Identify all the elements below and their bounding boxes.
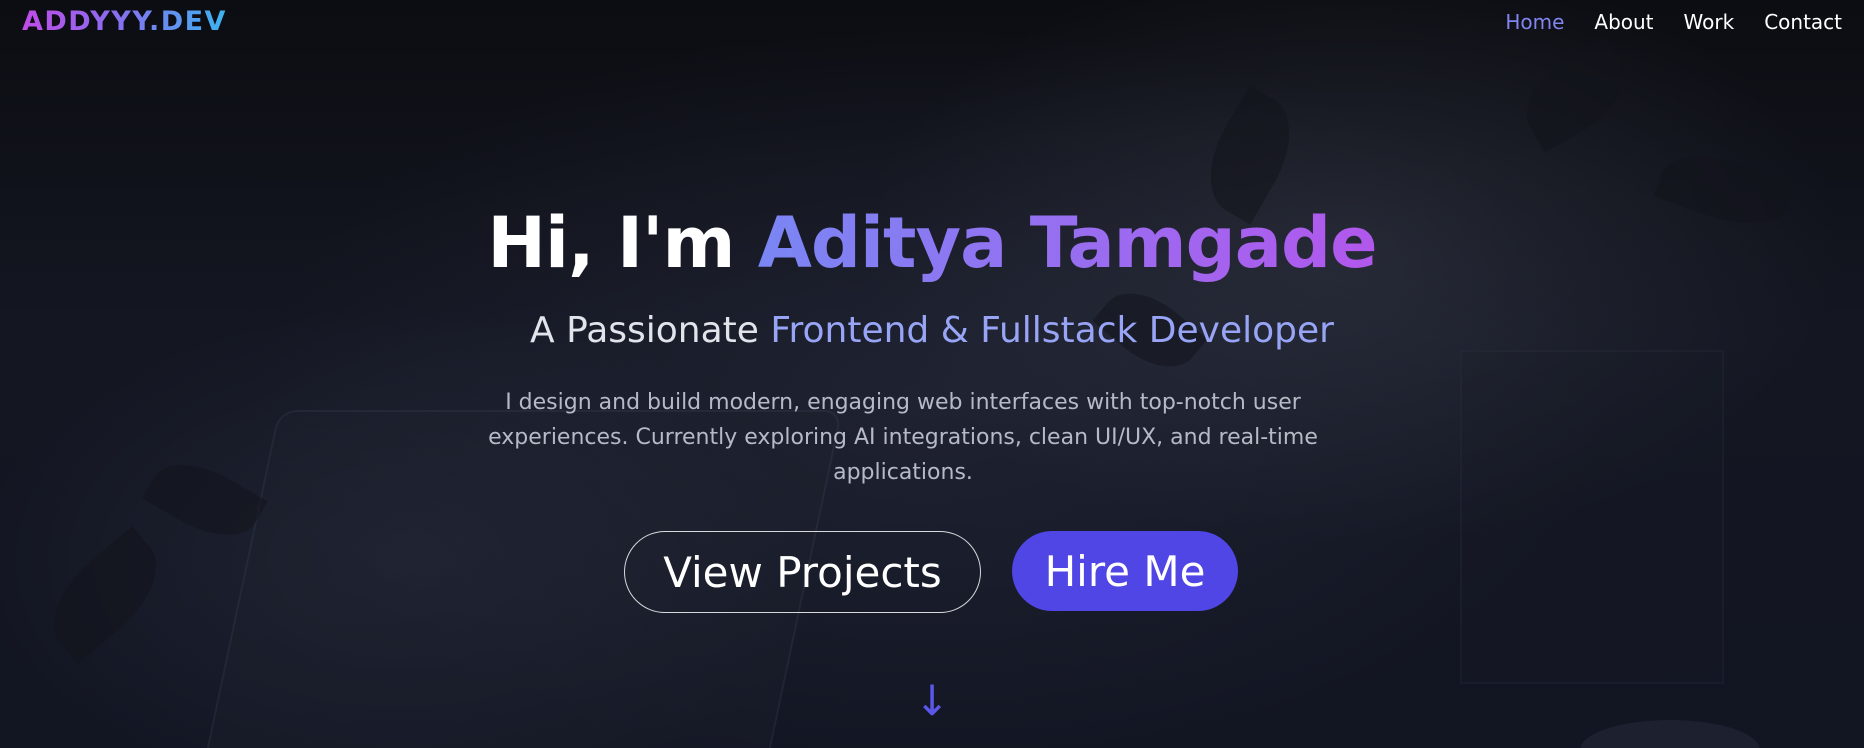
background-pot-shape xyxy=(1580,720,1760,748)
hire-me-button[interactable]: Hire Me xyxy=(1012,531,1238,611)
hero-description: I design and build modern, engaging web … xyxy=(488,390,1318,485)
site-header: ADDYYY.DEV Home About Work Contact xyxy=(0,0,1864,46)
hero-greeting: Hi, I'm xyxy=(487,202,758,284)
background-frame-shape xyxy=(1460,350,1724,684)
hero-name: Aditya Tamgade xyxy=(757,202,1378,284)
hero-subtitle: A Passionate Frontend & Fullstack Develo… xyxy=(0,310,1864,351)
portfolio-page: ADDYYY.DEV Home About Work Contact Hi, I… xyxy=(0,0,1864,748)
arrow-down-icon[interactable]: ↓ xyxy=(912,680,952,722)
nav-work-link[interactable]: Work xyxy=(1684,10,1735,34)
view-projects-button[interactable]: View Projects xyxy=(624,531,981,613)
background-leaf-shape xyxy=(32,526,178,664)
background-leaf-shape xyxy=(142,446,268,554)
hero-title: Hi, I'm Aditya Tamgade xyxy=(0,208,1864,278)
hero-role: Frontend & Fullstack Developer xyxy=(770,310,1334,351)
nav-home-link[interactable]: Home xyxy=(1505,10,1564,34)
main-nav: Home About Work Contact xyxy=(1505,10,1842,34)
nav-contact-link[interactable]: Contact xyxy=(1764,10,1842,34)
hero-subtitle-prefix: A Passionate xyxy=(530,310,771,351)
nav-about-link[interactable]: About xyxy=(1594,10,1653,34)
background-leaf-shape xyxy=(1509,37,1641,153)
site-logo[interactable]: ADDYYY.DEV xyxy=(22,6,227,37)
